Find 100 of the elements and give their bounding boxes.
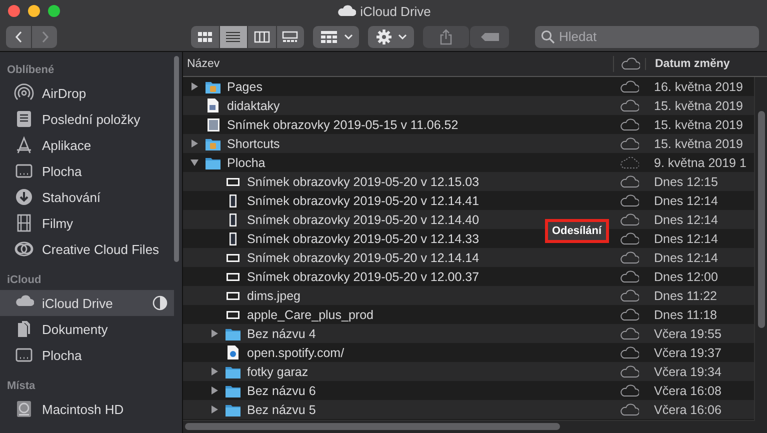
sidebar-item[interactable]: Stahování <box>0 184 174 210</box>
cloud-icon <box>620 56 640 72</box>
action-button[interactable] <box>368 26 414 48</box>
folder-icon <box>205 80 221 94</box>
date-cell-text: Dnes 12:15 <box>653 174 719 188</box>
date-cell-text: Dnes 12:14 <box>653 194 719 208</box>
view-mode-button[interactable] <box>220 26 247 48</box>
gallery-icon <box>282 30 298 42</box>
file-name: fotky garaz <box>247 364 308 378</box>
chevron-icon <box>40 30 50 44</box>
file-name: dims.jpeg <box>247 288 300 302</box>
image-icon <box>206 118 220 132</box>
group-button[interactable] <box>313 26 359 48</box>
scrollbar-thumb[interactable] <box>174 56 179 262</box>
zoom-button[interactable] <box>48 5 60 17</box>
file-name: Bez názvu 5 <box>247 402 316 416</box>
chevron-icon <box>14 30 24 44</box>
back-button[interactable] <box>6 26 31 48</box>
file-name: Snímek obrazovky 2019-05-20 v 12.14.41 <box>247 194 480 208</box>
caret-icon <box>398 34 406 40</box>
file-name: Snímek obrazovky 2019-05-20 v 12.14.33 <box>247 232 480 246</box>
image-icon <box>226 310 240 320</box>
date-cell-text: Dnes 11:18 <box>653 308 718 322</box>
file-name: Snímek obrazovky 2019-05-20 v 12.14.40 <box>247 212 480 226</box>
search-icon <box>541 30 555 44</box>
folder-icon <box>205 136 221 150</box>
sidebar-item[interactable]: Creative Cloud Files <box>0 236 174 262</box>
date-cell-text: Včera 19:55 <box>653 326 722 340</box>
settings-icon <box>376 28 392 44</box>
file-name: Snímek obrazovky 2019-05-15 v 11.06.52 <box>227 118 458 132</box>
sidebar-item[interactable]: Aplikace <box>0 132 174 158</box>
sidebar-item[interactable]: Macintosh HD <box>0 396 174 422</box>
caret-icon <box>344 34 352 40</box>
folder-icon <box>225 384 241 398</box>
file-name: apple_Care_plus_prod <box>247 308 374 322</box>
column-header[interactable]: Datum změny <box>645 58 767 70</box>
folder-icon <box>225 326 241 340</box>
date-cell-text: 9. května 2019 1 <box>653 156 748 170</box>
folder-icon <box>225 364 241 378</box>
disclosure-triangle[interactable] <box>210 386 218 395</box>
sidebar-heading: Místa <box>6 379 36 394</box>
disclosure-triangle[interactable] <box>210 405 218 414</box>
sidebar-item[interactable]: Poslední položky <box>0 106 174 132</box>
date-cell-text: Dnes 11:22 <box>653 288 718 302</box>
hard-drive-icon <box>14 399 34 419</box>
image-icon <box>226 176 240 186</box>
disclosure-triangle[interactable] <box>190 158 198 167</box>
file-name: Shortcuts <box>227 136 280 150</box>
share-icon <box>439 28 453 44</box>
date-cell-text: 16. května 2019 <box>653 80 744 94</box>
document-icon <box>207 98 219 113</box>
image-icon <box>226 272 240 282</box>
apps-icon <box>14 135 34 155</box>
download-icon <box>14 187 34 207</box>
scrollbar-thumb[interactable] <box>758 111 765 328</box>
sidebar-item[interactable]: Plocha <box>0 158 174 184</box>
scrollbar-thumb[interactable] <box>185 423 560 430</box>
column-header[interactable]: Název <box>183 58 613 70</box>
date-cell-text: Včera 16:08 <box>653 384 722 398</box>
date-cell-text: Dnes 12:14 <box>653 250 719 264</box>
file-name: open.spotify.com/ <box>247 346 344 360</box>
file-name: Bez názvu 6 <box>247 384 316 398</box>
date-cell-text: Dnes 12:14 <box>653 212 719 226</box>
image-icon <box>226 290 240 300</box>
cloud-icon <box>336 3 356 19</box>
date-cell-text: Včera 16:06 <box>653 402 722 416</box>
sidebar-item[interactable]: Dokumenty <box>0 316 174 342</box>
view-mode-button[interactable] <box>191 26 218 48</box>
sidebar-item[interactable]: AirDrop <box>0 80 174 106</box>
image-icon <box>229 232 237 246</box>
sidebar-item[interactable]: iCloud Drive <box>0 290 174 316</box>
file-name: Snímek obrazovky 2019-05-20 v 12.14.14 <box>247 250 480 264</box>
search-field[interactable]: Hledat <box>535 26 759 48</box>
close-button[interactable] <box>8 5 20 17</box>
image-icon <box>229 194 237 208</box>
file-name: Snímek obrazovky 2019-05-20 v 12.00.37 <box>247 270 480 284</box>
disclosure-triangle[interactable] <box>190 82 198 91</box>
disclosure-triangle[interactable] <box>210 329 218 338</box>
disclosure-triangle[interactable] <box>210 367 218 376</box>
grid-icon <box>196 30 213 42</box>
minimize-button[interactable] <box>28 5 40 17</box>
view-mode-button[interactable] <box>248 26 276 48</box>
file-name: Plocha <box>227 156 266 170</box>
sidebar-item[interactable]: Plocha <box>0 342 174 368</box>
rings-icon <box>14 239 34 259</box>
file-name: Pages <box>227 80 262 94</box>
date-cell-text: Včera 19:37 <box>653 346 722 360</box>
grid-icon <box>320 30 338 44</box>
file-name: didaktaky <box>227 98 280 112</box>
date-cell-text: 15. května 2019 <box>653 136 744 150</box>
disclosure-triangle[interactable] <box>190 139 198 148</box>
folder-icon <box>205 156 221 170</box>
sidebar-item[interactable]: Filmy <box>0 210 174 236</box>
image-icon <box>226 252 240 262</box>
date-cell-text: Dnes 12:14 <box>653 232 719 246</box>
view-mode-button[interactable] <box>276 26 304 48</box>
columns-icon <box>254 30 270 42</box>
file-name: Bez názvu 4 <box>247 326 316 340</box>
date-cell-text: 15. května 2019 <box>653 98 744 112</box>
date-cell-text: 15. května 2019 <box>653 118 744 132</box>
